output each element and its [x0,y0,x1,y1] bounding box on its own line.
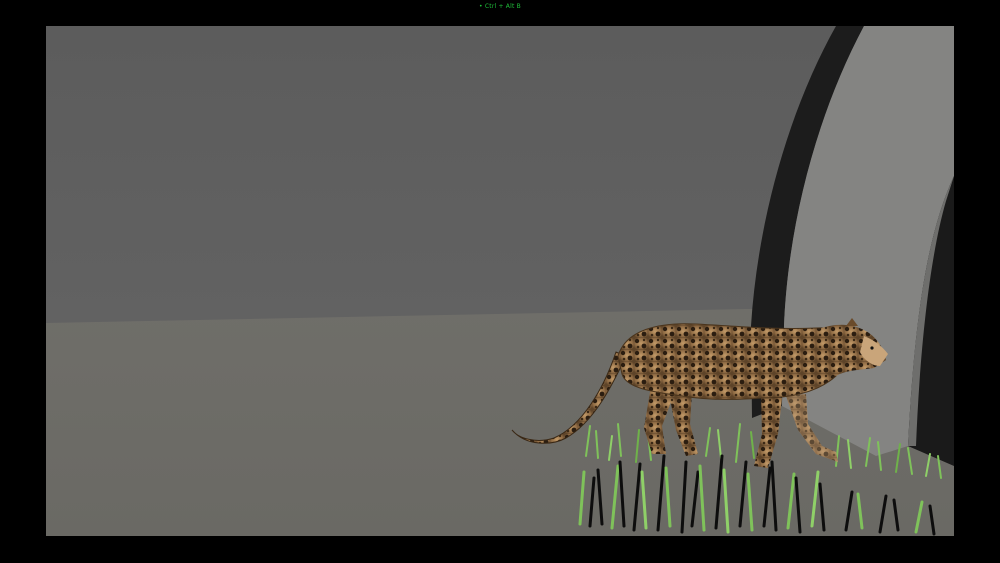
render-window: • Ctrl + Alt B [0,0,1000,563]
viewport-caption: • Ctrl + Alt B [479,3,521,10]
render-viewport[interactable] [46,26,954,536]
scene-canvas [46,26,954,536]
